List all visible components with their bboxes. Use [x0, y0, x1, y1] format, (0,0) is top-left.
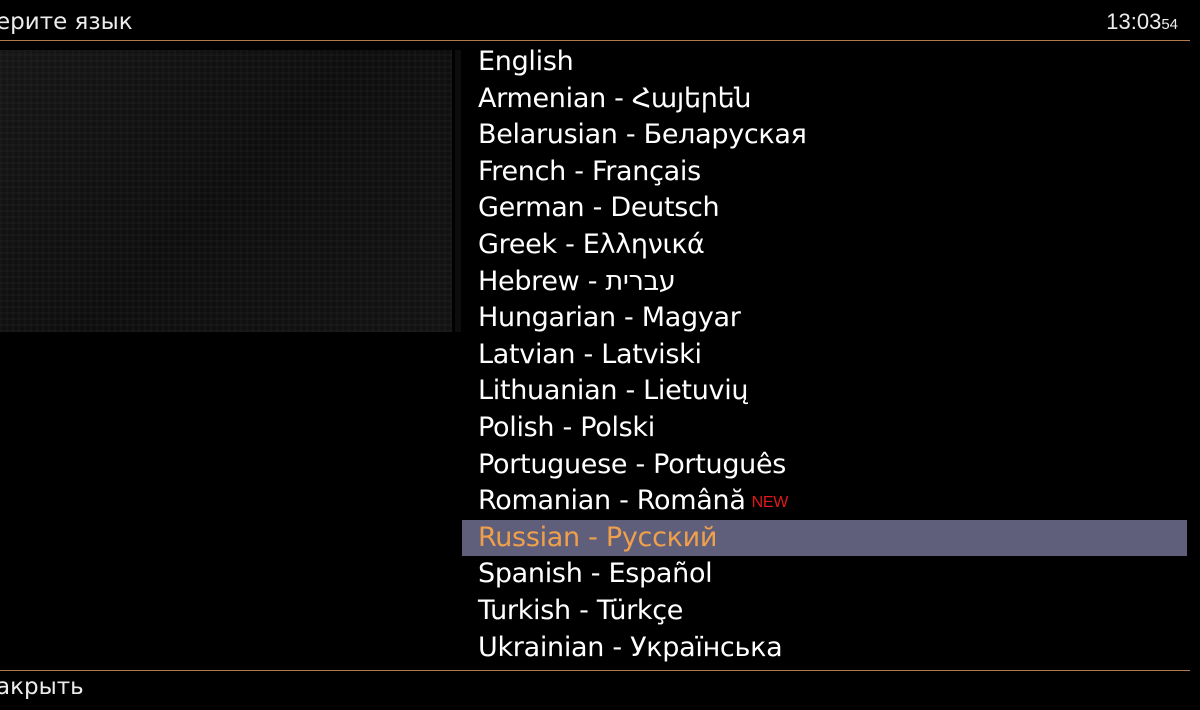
language-label: English — [478, 46, 574, 77]
language-label: Latvian - Latviski — [478, 338, 702, 370]
language-item[interactable]: Turkish - Türkçe — [462, 593, 1187, 630]
new-badge: NEW — [751, 494, 789, 512]
language-label: Lithuanian - Lietuvių — [478, 375, 749, 407]
language-item[interactable]: Latvian - Latviski — [462, 337, 1187, 374]
language-label: Romanian - Română — [478, 485, 746, 517]
preview-image — [0, 50, 452, 332]
language-selection-screen: ерите язык 13:0354 English Armenian - Հայ… — [0, 0, 1200, 710]
language-label: Polish - Polski — [478, 411, 655, 443]
language-item[interactable]: Ukrainian - Українська — [462, 630, 1187, 667]
header-separator — [0, 40, 1190, 41]
language-item[interactable]: Hebrew - עברית — [462, 264, 1187, 301]
clock-hours-minutes: 13:03 — [1106, 9, 1162, 34]
language-label: Hungarian - Magyar — [478, 302, 741, 334]
language-item[interactable]: German - Deutsch — [462, 190, 1187, 227]
language-item[interactable]: Romanian - Română NEW — [462, 483, 1187, 520]
language-label: Portuguese - Português — [478, 448, 787, 480]
language-item[interactable]: Armenian - Հայերեն — [462, 81, 1187, 118]
language-label: Spanish - Español — [478, 558, 713, 590]
screen-title: ерите язык — [0, 9, 133, 35]
clock-seconds: 54 — [1161, 16, 1178, 33]
language-label: Turkish - Türkçe — [478, 594, 684, 626]
language-label: Hebrew - עברית — [478, 265, 676, 297]
language-label: Armenian - Հայերեն — [478, 82, 752, 114]
language-item[interactable]: Lithuanian - Lietuvių — [462, 373, 1187, 410]
language-item[interactable]: Hungarian - Magyar — [462, 300, 1187, 337]
language-label: French - Français — [478, 155, 701, 187]
language-item[interactable]: English — [462, 44, 1187, 81]
language-item[interactable]: Spanish - Español — [462, 556, 1187, 593]
language-label: Ukrainian - Українська — [478, 631, 783, 663]
preview-edge — [455, 50, 461, 332]
language-item[interactable]: Belarusian - Беларуская — [462, 117, 1187, 154]
close-button-label[interactable]: акрыть — [0, 674, 84, 700]
language-item-selected[interactable]: Russian - Русский — [462, 519, 1187, 557]
language-list[interactable]: English Armenian - Հայերեն Belarusian - Бе… — [462, 44, 1187, 666]
language-label: German - Deutsch — [478, 192, 720, 224]
language-item[interactable]: Polish - Polski — [462, 410, 1187, 447]
language-item[interactable]: Portuguese - Português — [462, 447, 1187, 484]
language-label: Russian - Русский — [478, 521, 718, 553]
language-item[interactable]: French - Français — [462, 154, 1187, 191]
clock: 13:0354 — [1106, 9, 1178, 35]
language-item[interactable]: Greek - Ελληνικά — [462, 227, 1187, 264]
footer-separator — [0, 670, 1190, 671]
language-label: Belarusian - Беларуская — [478, 119, 807, 151]
language-label: Greek - Ελληνικά — [478, 228, 705, 260]
